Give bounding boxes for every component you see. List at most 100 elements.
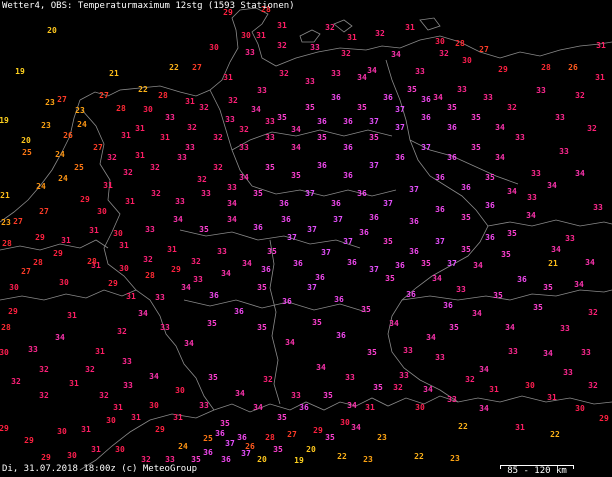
station-value: 36 [383,93,393,102]
station-value: 32 [143,255,153,264]
station-value: 32 [263,375,273,384]
station-value: 34 [351,423,361,432]
station-value: 31 [547,393,557,402]
station-value: 29 [498,65,508,74]
station-value: 35 [369,133,379,142]
station-value: 23 [363,455,373,464]
station-value: 36 [343,143,353,152]
station-value: 32 [199,103,209,112]
station-value: 29 [24,436,34,445]
station-value: 34 [423,385,433,394]
station-value: 32 [39,365,49,374]
station-value: 33 [265,117,275,126]
station-value: 30 [575,404,585,413]
station-value: 35 [361,305,371,314]
station-value: 30 [462,56,472,65]
station-value: 34 [479,404,489,413]
station-value: 33 [160,323,170,332]
station-value: 35 [199,225,209,234]
station-value: 31 [277,21,287,30]
station-value: 22 [169,63,179,72]
station-value: 33 [217,247,227,256]
station-value: 31 [135,151,145,160]
station-value: 30 [115,445,125,454]
station-value: 31 [256,31,266,40]
station-value: 31 [61,236,71,245]
station-value: 31 [595,73,605,82]
station-value: 29 [155,425,165,434]
station-value: 24 [55,150,65,159]
station-value: 32 [325,23,335,32]
station-value: 36 [343,117,353,126]
station-value: 34 [391,50,401,59]
station-value: 33 [193,275,203,284]
station-value: 37 [369,161,379,170]
station-value: 22 [337,452,347,461]
station-value: 23 [377,433,387,442]
station-value: 21 [0,191,10,200]
station-value: 34 [547,181,557,190]
station-value: 34 [251,105,261,114]
station-value: 35 [277,413,287,422]
station-value: 36 [443,301,453,310]
station-value: 35 [253,189,263,198]
station-value: 31 [113,403,123,412]
station-value: 28 [1,323,11,332]
station-value: 36 [253,223,263,232]
station-value: 33 [447,395,457,404]
station-value: 34 [242,259,252,268]
station-value: 35 [305,103,315,112]
station-value: 23 [75,106,85,115]
station-value: 31 [489,385,499,394]
station-value: 31 [103,181,113,190]
station-value: 37 [409,185,419,194]
station-value: 33 [483,93,493,102]
scale-bar-label: 85 - 120 km [507,466,567,476]
station-value: 31 [67,311,77,320]
station-value: 36 [203,448,213,457]
station-value: 33 [28,345,38,354]
station-value: 26 [63,131,73,140]
station-value: 37 [383,199,393,208]
station-value: 24 [178,442,188,451]
station-value: 32 [279,69,289,78]
station-value: 27 [99,91,109,100]
station-value: 28 [116,104,126,113]
station-value: 35 [191,455,201,464]
station-value: 37 [395,123,405,132]
station-value: 29 [108,279,118,288]
station-value: 30 [340,418,350,427]
station-value: 35 [312,318,322,327]
station-value: 34 [543,349,553,358]
station-value: 34 [574,280,584,289]
station-value: 29 [41,453,51,462]
station-value: 30 [59,278,69,287]
station-value: 30 [113,229,123,238]
station-value: 31 [223,73,233,82]
station-value: 35 [383,237,393,246]
station-value: 37 [343,237,353,246]
station-value: 34 [149,372,159,381]
station-value: 34 [239,173,249,182]
station-value: 33 [122,357,132,366]
station-value: 36 [293,259,303,268]
station-value: 37 [225,439,235,448]
station-value: 37 [447,259,457,268]
station-value: 32 [123,168,133,177]
station-value: 34 [227,215,237,224]
station-value: 31 [126,292,136,301]
station-value: 36 [395,261,405,270]
station-value: 32 [588,308,598,317]
station-value: 36 [282,297,292,306]
station-value: 31 [131,413,141,422]
station-value: 37 [421,143,431,152]
station-value: 33 [201,189,211,198]
station-value: 35 [407,85,417,94]
station-value: 35 [277,113,287,122]
station-value: 34 [316,363,326,372]
station-value: 31 [121,131,131,140]
station-value: 36 [409,217,419,226]
station-value: 30 [525,381,535,390]
station-value: 34 [389,319,399,328]
station-value: 33 [227,183,237,192]
